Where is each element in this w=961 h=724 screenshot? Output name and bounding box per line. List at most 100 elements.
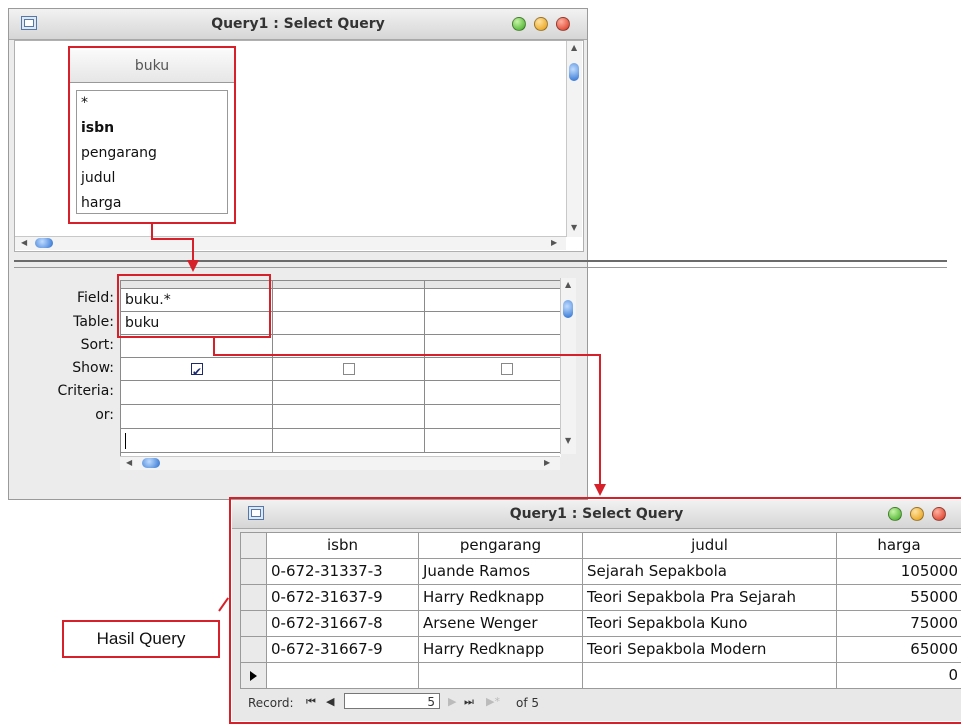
show-checkbox-unchecked-icon[interactable] [501,363,513,375]
cell-isbn[interactable]: 0-672-31637-9 [267,585,419,611]
scroll-up-icon[interactable]: ▲ [565,280,571,290]
show-checkbox-checked-icon[interactable] [191,361,203,383]
grid-criteria-cell[interactable] [121,381,273,405]
row-selector[interactable] [241,611,267,637]
scroll-left-icon[interactable]: ◀ [126,458,132,468]
show-checkbox-unchecked-icon[interactable] [343,363,355,375]
row-selector-header[interactable] [241,533,267,559]
result-datasheet: isbn pengarang judul harga 0-672-31337-3… [240,532,961,689]
cell-harga[interactable]: 105000 [837,559,961,585]
highlight-table-box [68,46,236,224]
new-record-icon[interactable]: ▶* [486,695,500,708]
connector-line [151,238,194,240]
current-record-arrow-icon [250,671,257,681]
scroll-down-icon[interactable]: ▼ [571,223,577,233]
column-header-harga[interactable]: harga [837,533,961,559]
callout-connector [218,597,229,612]
table-pane-hscroll[interactable]: ◀ ▶ [15,236,566,250]
column-header-pengarang[interactable]: pengarang [419,533,583,559]
cell-harga[interactable]: 65000 [837,637,961,663]
grid-show-cell [425,358,561,381]
grid-extra-cell[interactable] [121,429,273,453]
scroll-thumb-icon[interactable] [563,300,573,318]
scroll-down-icon[interactable]: ▼ [565,436,571,446]
last-record-icon[interactable]: ⏭ [464,695,474,709]
grid-extra-cell[interactable] [425,429,561,453]
grid-or-cell[interactable] [273,405,425,429]
arrow-down-icon [594,484,606,496]
pane-splitter[interactable] [14,260,947,268]
column-header-judul[interactable]: judul [583,533,837,559]
scroll-left-icon[interactable]: ◀ [21,238,27,248]
grid-or-cell[interactable] [425,405,561,429]
connector-line [599,354,601,486]
scroll-thumb-icon[interactable] [142,458,160,468]
record-count: of 5 [516,696,540,710]
cell-judul[interactable]: Teori Sepakbola Modern [583,637,837,663]
column-selector[interactable] [425,281,561,289]
record-navigation: Record: ⏮ ◀ 5 ▶ ⏭ ▶* of 5 [240,690,961,716]
zoom-button-icon[interactable] [512,17,526,31]
row-label-sort: Sort: [80,337,114,353]
row-label-or: or: [95,407,114,423]
scroll-up-icon[interactable]: ▲ [571,43,577,53]
row-label-table: Table: [73,314,114,330]
scroll-thumb-icon[interactable] [35,238,53,248]
grid-table-cell[interactable] [273,312,425,335]
new-cell-isbn[interactable] [267,663,419,689]
column-selector[interactable] [273,281,425,289]
highlight-field-box [117,274,271,338]
cell-harga[interactable]: 75000 [837,611,961,637]
grid-or-cell[interactable] [121,405,273,429]
text-cursor [125,433,126,449]
row-selector[interactable] [241,637,267,663]
grid-hscroll[interactable]: ◀ ▶ [120,456,560,470]
connector-line [192,238,194,262]
row-selector[interactable] [241,559,267,585]
cell-judul[interactable]: Sejarah Sepakbola [583,559,837,585]
row-selector-current[interactable] [241,663,267,689]
new-cell-pengarang[interactable] [419,663,583,689]
cell-isbn[interactable]: 0-672-31667-8 [267,611,419,637]
close-button-icon[interactable] [556,17,570,31]
scroll-right-icon[interactable]: ▶ [544,458,550,468]
cell-isbn[interactable]: 0-672-31667-9 [267,637,419,663]
cell-judul[interactable]: Teori Sepakbola Pra Sejarah [583,585,837,611]
next-record-icon[interactable]: ▶ [448,695,456,708]
minimize-button-icon[interactable] [534,17,548,31]
connector-line [213,354,601,356]
cell-pengarang[interactable]: Harry Redknapp [419,637,583,663]
cell-isbn[interactable]: 0-672-31337-3 [267,559,419,585]
grid-extra-cell[interactable] [273,429,425,453]
grid-field-cell[interactable] [425,289,561,312]
scroll-right-icon[interactable]: ▶ [551,238,557,248]
cell-judul[interactable]: Teori Sepakbola Kuno [583,611,837,637]
arrow-down-icon [187,260,199,272]
grid-field-cell[interactable] [273,289,425,312]
grid-show-cell [273,358,425,381]
grid-table-cell[interactable] [425,312,561,335]
previous-record-icon[interactable]: ◀ [326,695,334,708]
cell-pengarang[interactable]: Harry Redknapp [419,585,583,611]
grid-criteria-cell[interactable] [273,381,425,405]
hasil-query-callout: Hasil Query [62,620,220,658]
column-header-isbn[interactable]: isbn [267,533,419,559]
row-label-show: Show: [72,360,114,376]
table-pane-vscroll[interactable]: ▲ ▼ [566,41,582,237]
first-record-icon[interactable]: ⏮ [306,695,316,709]
grid-vscroll[interactable]: ▲ ▼ [560,278,576,454]
grid-criteria-cell[interactable] [425,381,561,405]
row-selector[interactable] [241,585,267,611]
query-design-titlebar[interactable]: Query1 : Select Query [9,9,587,40]
new-cell-harga[interactable]: 0 [837,663,961,689]
grid-show-cell [121,358,273,383]
cell-pengarang[interactable]: Juande Ramos [419,559,583,585]
record-label: Record: [248,696,294,710]
new-cell-judul[interactable] [583,663,837,689]
row-label-field: Field: [76,290,114,306]
record-number-field[interactable]: 5 [344,693,440,709]
scroll-thumb-icon[interactable] [569,63,579,81]
cell-harga[interactable]: 55000 [837,585,961,611]
cell-pengarang[interactable]: Arsene Wenger [419,611,583,637]
query-design-title: Query1 : Select Query [211,16,385,32]
